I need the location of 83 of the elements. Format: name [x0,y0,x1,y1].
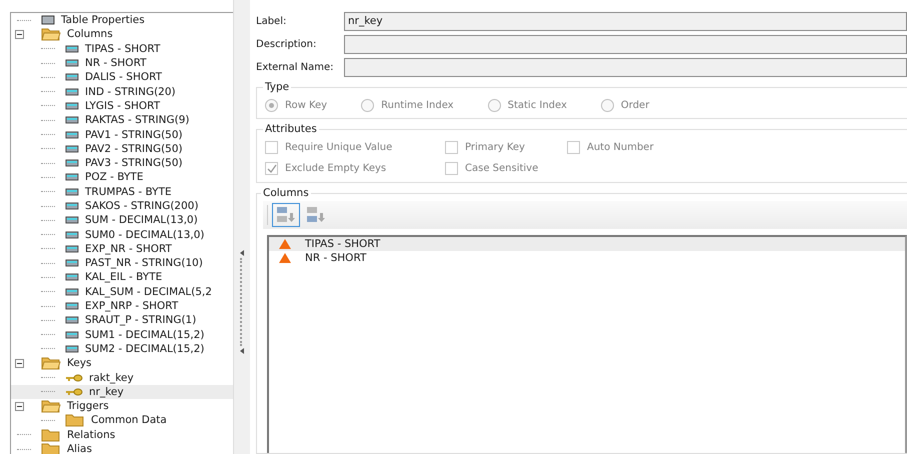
tree-item[interactable]: PAV2 - STRING(50) [85,142,183,155]
list-item[interactable]: TIPAS - SHORT [269,237,905,251]
key-icon [65,372,83,383]
tree-item[interactable]: IND - STRING(20) [85,86,176,98]
column-icon [65,144,79,154]
table-icon [41,15,55,26]
tree-item[interactable]: KAL_SUM - DECIMAL(5,2 [85,286,212,298]
tree-item[interactable]: DALIS - SHORT [85,71,162,84]
tree-item[interactable]: TRUMPAS - BYTE [85,186,172,198]
column-icon [65,344,79,354]
triangle-icon [279,253,291,263]
folder-icon [41,428,61,442]
input-field[interactable]: nr_key [344,12,907,31]
tree-item[interactable]: KAL_EIL - BYTE [85,271,162,284]
column-icon [65,244,79,254]
column-icon [65,286,79,297]
tree-item[interactable]: SUM2 - DECIMAL(15,2) [85,342,204,355]
key-icon [65,386,83,397]
column-icon [65,44,79,54]
tree-item[interactable]: EXP_NR - SHORT [85,242,172,255]
column-icon [65,230,79,240]
tree-item[interactable]: SAKOS - STRING(200) [85,200,198,212]
tree-item[interactable]: Keys [67,357,92,370]
tree-item[interactable]: EXP_NRP - SHORT [85,300,178,312]
folder-icon [41,27,61,42]
tree-item[interactable]: LYGIS - SHORT [85,100,160,112]
column-icon [65,72,79,82]
field-label: Label: [256,16,288,27]
tree-item[interactable]: Common Data [91,414,167,426]
column-icon [65,201,79,211]
tree-item[interactable]: PAV1 - STRING(50) [85,128,183,141]
column-icon [65,186,79,197]
splitter-handle[interactable] [233,0,250,454]
tree-item[interactable]: Alias [67,443,92,454]
group-title: Columns [262,187,310,199]
column-icon [65,115,79,126]
tree-item[interactable]: Relations [67,428,116,441]
tree-item[interactable]: Table Properties [61,14,145,26]
tree-item[interactable]: Triggers [67,400,109,412]
column-icon [65,272,79,282]
column-icon [65,258,79,268]
arrow-icon [240,250,244,256]
input-field[interactable] [344,35,907,54]
tree-item[interactable]: rakt_key [89,372,134,384]
tree-item[interactable]: NR - SHORT [85,57,146,70]
tree-item[interactable]: PAV3 - STRING(50) [85,157,183,170]
tree-item[interactable]: POZ - BYTE [85,171,144,184]
folder-icon [41,356,61,370]
sort-ascending-button[interactable] [272,203,300,227]
tree-item[interactable]: SUM0 - DECIMAL(13,0) [85,228,204,241]
tree-item[interactable]: TIPAS - SHORT [85,42,160,55]
input-field[interactable] [344,58,907,77]
group-title: Attributes [264,123,318,135]
column-icon [65,172,79,182]
folder-icon [41,442,61,454]
column-icon [65,130,79,140]
column-icon [65,215,79,226]
collapse-icon[interactable] [15,358,24,368]
collapse-icon[interactable] [15,402,24,411]
tree-item[interactable]: SUM - DECIMAL(13,0) [85,214,198,226]
checkmark-icon [266,163,277,174]
tree-item[interactable]: nr_key [89,386,124,398]
tree-item[interactable]: SUM1 - DECIMAL(15,2) [85,328,204,341]
folder-icon [65,413,85,428]
tree-item[interactable]: Columns [67,28,113,40]
triangle-icon [279,239,291,249]
column-icon [65,100,79,111]
column-icon [65,86,79,97]
field-label: Description: [256,39,318,50]
collapse-icon[interactable] [15,30,24,39]
tree-item[interactable]: RAKTAS - STRING(9) [85,114,190,126]
list-item[interactable]: NR - SHORT [269,251,905,265]
column-icon [65,315,79,326]
column-icon [65,301,79,312]
field-label: External Name: [256,62,335,73]
column-icon [65,330,79,340]
tree-item[interactable]: SRAUT_P - STRING(1) [85,314,196,326]
group-title: Type [264,81,290,93]
column-icon [65,158,79,168]
folder-icon [41,399,61,414]
column-icon [65,58,79,68]
tree-item[interactable]: PAST_NR - STRING(10) [85,257,203,270]
arrow-icon [240,348,244,354]
